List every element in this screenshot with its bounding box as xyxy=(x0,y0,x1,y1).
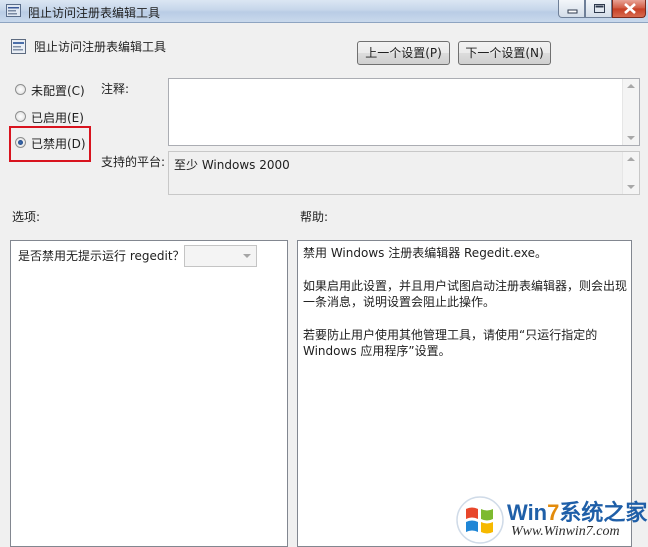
scroll-up-arrow-icon[interactable] xyxy=(627,157,635,161)
next-setting-button[interactable]: 下一个设置(N) xyxy=(458,41,551,65)
radio-circle-icon[interactable] xyxy=(15,111,26,122)
policy-title: 阻止访问注册表编辑工具 xyxy=(34,40,167,54)
help-paragraph: 禁用 Windows 注册表编辑器 Regedit.exe。 xyxy=(303,246,547,260)
red-highlight-box xyxy=(9,126,91,162)
silent-regedit-option-label: 是否禁用无提示运行 regedit？ xyxy=(18,249,185,263)
minimize-button[interactable] xyxy=(558,0,585,18)
radio-label: 未配置(C) xyxy=(31,84,85,98)
watermark-brand-rest: 系统之家 xyxy=(559,500,648,525)
comment-scrollbar[interactable] xyxy=(622,79,639,145)
radio-label: 已启用(E) xyxy=(31,111,84,125)
watermark-url: Www.Winwin7.com xyxy=(511,524,620,539)
comment-textarea[interactable] xyxy=(168,78,640,146)
scroll-down-arrow-icon[interactable] xyxy=(627,185,635,189)
options-section-label: 选项: xyxy=(12,210,41,224)
title-bar[interactable]: 阻止访问注册表编辑工具 xyxy=(0,0,648,23)
help-paragraph: 如果启用此设置，并且用户试图启动注册表编辑器，则会出现一条消息，说明设置会阻止此… xyxy=(303,278,628,310)
watermark-brand-seven: 7 xyxy=(547,500,560,525)
watermark-brand-win: Win xyxy=(507,500,548,525)
options-panel: 是否禁用无提示运行 regedit？ xyxy=(10,240,288,547)
silent-regedit-dropdown[interactable] xyxy=(184,245,257,267)
windows-logo-icon xyxy=(456,496,504,544)
scroll-down-arrow-icon[interactable] xyxy=(627,136,635,140)
comment-label: 注释: xyxy=(101,82,130,96)
platform-scrollbar[interactable] xyxy=(622,152,639,194)
policy-app-icon xyxy=(6,4,21,17)
maximize-button[interactable] xyxy=(585,0,612,18)
policy-dialog-window: 阻止访问注册表编辑工具 阻止访问注册表编辑工具 上一个设置(P) 下一个设置(N… xyxy=(0,0,648,547)
chevron-down-icon[interactable] xyxy=(243,254,251,258)
previous-setting-button[interactable]: 上一个设置(P) xyxy=(357,41,450,65)
help-paragraph: 若要防止用户使用其他管理工具，请使用“只运行指定的 Windows 应用程序”设… xyxy=(303,327,598,359)
close-icon xyxy=(624,3,636,14)
supported-platform-field: 至少 Windows 2000 xyxy=(168,151,640,195)
help-section-label: 帮助: xyxy=(300,210,329,224)
watermark: Win7系统之家 Www.Winwin7.com xyxy=(455,493,647,547)
minimize-icon xyxy=(567,9,578,14)
scroll-up-arrow-icon[interactable] xyxy=(627,84,635,88)
window-title: 阻止访问注册表编辑工具 xyxy=(28,6,161,20)
watermark-brand: Win7系统之家 xyxy=(507,495,647,527)
maximize-icon xyxy=(594,4,605,13)
close-button[interactable] xyxy=(612,0,646,18)
policy-setting-icon xyxy=(11,39,26,54)
help-text: 禁用 Windows 注册表编辑器 Regedit.exe。 如果启用此设置，并… xyxy=(303,245,629,376)
supported-platform-value: 至少 Windows 2000 xyxy=(174,158,290,172)
supported-platform-label: 支持的平台: xyxy=(101,155,166,169)
radio-circle-icon[interactable] xyxy=(15,84,26,95)
